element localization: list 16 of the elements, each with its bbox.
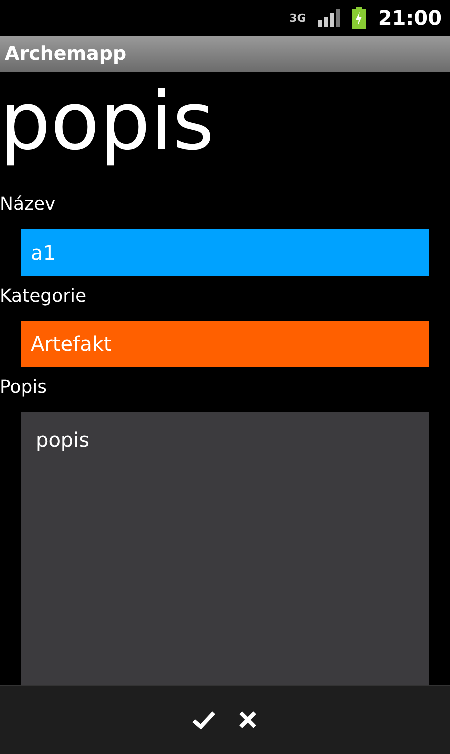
network-label: 3G — [290, 12, 306, 24]
confirm-button[interactable] — [192, 710, 216, 730]
signal-icon — [318, 9, 340, 27]
field-label: Kategorie — [0, 286, 88, 308]
close-button[interactable] — [238, 710, 258, 730]
description-field[interactable]: popis — [21, 412, 429, 685]
check-icon — [192, 710, 216, 730]
category-dropdown[interactable]: Artefakt — [21, 321, 429, 368]
field-label: Popis — [0, 377, 48, 398]
input-field[interactable]: a1 — [21, 229, 429, 276]
close-icon — [238, 710, 258, 730]
battery-icon — [352, 7, 366, 29]
field-label: Název — [0, 194, 57, 215]
clock-time: 21:00 — [378, 6, 442, 30]
page-heading: popis — [0, 82, 216, 170]
window-title: Archemapp — [0, 36, 450, 72]
